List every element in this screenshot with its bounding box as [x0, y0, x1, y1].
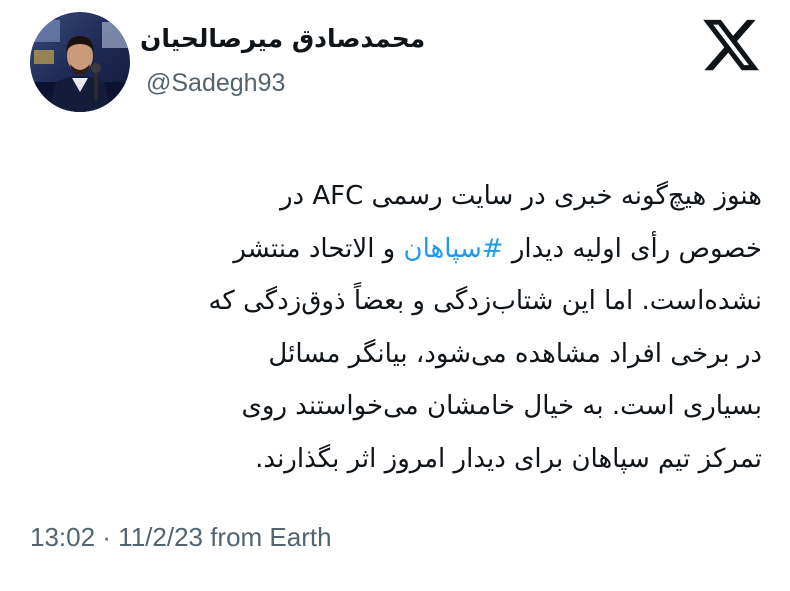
tweet-line-text: بسیاری است. به خیال خامشان می‌خواستند رو… — [241, 391, 762, 421]
tweet-line-text: و الاتحاد منتشر — [233, 233, 404, 264]
tweet-line-text: هنوز هیچ‌گونه خبری در سایت رسمی AFC در — [279, 181, 762, 211]
tweet-line-text: خصوص رأی اولیه دیدار — [503, 233, 762, 264]
x-logo-icon[interactable] — [700, 14, 762, 76]
tweet-line: هنوز هیچ‌گونه خبری در سایت رسمی AFC در — [82, 170, 762, 223]
tweet-card: محمدصادق میرصالحیان @Sadegh93 هنوز هیچ‌گ… — [0, 0, 790, 591]
tweet-line: بسیاری است. به خیال خامشان می‌خواستند رو… — [82, 380, 762, 433]
tweet-line-text: نشده‌است. اما این شتاب‌زدگی و بعضاً ذوق‌… — [208, 286, 762, 316]
tweet-line-text: در برخی افراد مشاهده می‌شود، بیانگر مسائ… — [268, 338, 762, 369]
tweet-line: در برخی افراد مشاهده می‌شود، بیانگر مسائ… — [82, 328, 762, 381]
author-display-name[interactable]: محمدصادق میرصالحیان — [140, 18, 500, 60]
author-handle[interactable]: @Sadegh93 — [146, 62, 285, 104]
tweet-line-text: تمرکز تیم سپاهان برای دیدار امروز اثر بگ… — [255, 443, 762, 474]
profile-photo — [30, 12, 130, 112]
tweet-line: نشده‌است. اما این شتاب‌زدگی و بعضاً ذوق‌… — [82, 275, 762, 328]
tweet-line: خصوص رأی اولیه دیدار #سپاهان و الاتحاد م… — [82, 223, 762, 276]
avatar[interactable] — [30, 12, 130, 112]
tweet-timestamp[interactable]: 13:02 · 11/2/23 from Earth — [30, 517, 332, 557]
hashtag-link[interactable]: #سپاهان — [404, 234, 504, 264]
tweet-text: هنوز هیچ‌گونه خبری در سایت رسمی AFC در خ… — [82, 170, 762, 485]
tweet-line: تمرکز تیم سپاهان برای دیدار امروز اثر بگ… — [82, 433, 762, 486]
